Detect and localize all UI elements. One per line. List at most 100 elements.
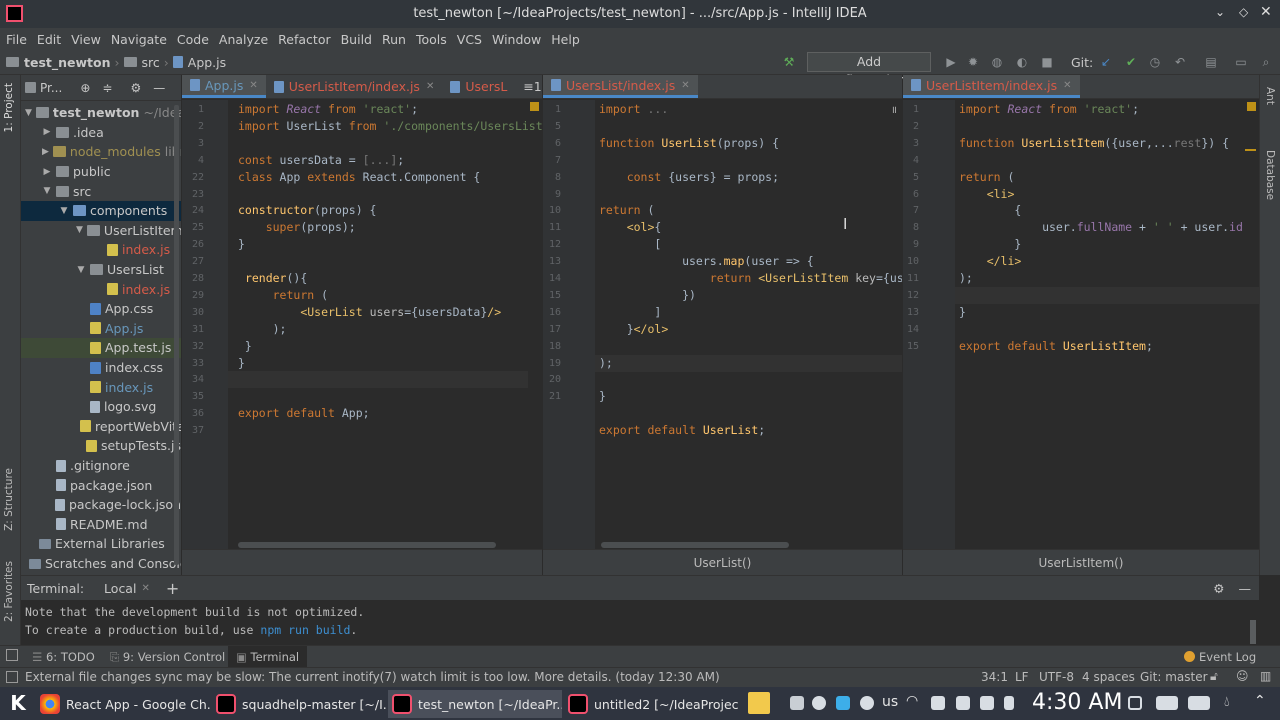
git-history-icon[interactable]: ◷ bbox=[1148, 55, 1162, 69]
git-branch[interactable]: Git: master bbox=[1140, 670, 1208, 684]
volume-icon[interactable] bbox=[931, 696, 945, 710]
menu-build[interactable]: Build bbox=[341, 32, 372, 47]
taskbar-task[interactable]: untitled2 [~/IdeaProjec... bbox=[564, 690, 738, 718]
ant-tool-tab[interactable]: Ant bbox=[1264, 87, 1276, 105]
tree-item[interactable]: index.css bbox=[21, 358, 181, 378]
coverage-icon[interactable]: ◍ bbox=[990, 55, 1004, 69]
tree-item[interactable]: ▼test_newton~/IdeaP bbox=[21, 103, 181, 123]
hide-icon[interactable]: — bbox=[153, 81, 165, 95]
inspector-icon[interactable]: ☺ bbox=[1236, 669, 1249, 683]
close-tab-icon[interactable]: ✕ bbox=[681, 80, 689, 91]
profile-icon[interactable]: ◐ bbox=[1015, 55, 1029, 69]
expand-tray-icon[interactable]: ⌃ bbox=[1254, 693, 1266, 709]
memory-icon[interactable]: ▥ bbox=[1260, 669, 1271, 683]
close-tab-icon[interactable]: ✕ bbox=[141, 583, 149, 594]
run-icon[interactable]: ▶ bbox=[944, 55, 958, 69]
hammer-build-icon[interactable]: ⚒ bbox=[782, 55, 796, 69]
tree-item[interactable]: ▶ .idea bbox=[21, 123, 181, 143]
locate-icon[interactable]: ⊕ bbox=[80, 81, 90, 95]
clock[interactable]: 4:30 AM bbox=[1032, 690, 1122, 715]
tree-item[interactable]: ▼ UserListItem bbox=[21, 221, 181, 241]
tree-item[interactable]: ▼ components bbox=[21, 201, 181, 221]
menu-help[interactable]: Help bbox=[551, 32, 580, 47]
menu-vcs[interactable]: VCS bbox=[457, 32, 482, 47]
terminal-command[interactable]: npm run build bbox=[260, 623, 350, 637]
tree-item[interactable]: External Libraries bbox=[21, 534, 181, 554]
project-scrollbar[interactable] bbox=[174, 105, 179, 565]
window-icon[interactable] bbox=[1128, 696, 1142, 710]
tab-app-js[interactable]: App.js ✕ bbox=[182, 75, 266, 98]
maximize-icon[interactable]: ◇ bbox=[1239, 5, 1248, 19]
breadcrumb-src[interactable]: src bbox=[123, 55, 160, 70]
file-encoding[interactable]: UTF-8 bbox=[1039, 670, 1074, 684]
tree-item[interactable]: App.test.js bbox=[21, 338, 181, 358]
structure-tool-tab[interactable]: Z: Structure bbox=[3, 468, 15, 531]
terminal-tab[interactable]: ▣ Terminal bbox=[228, 646, 308, 668]
debug-icon[interactable]: ✹ bbox=[966, 55, 980, 69]
status-message[interactable]: External file changes sync may be slow: … bbox=[25, 670, 720, 684]
tree-item[interactable]: Scratches and Console bbox=[21, 554, 181, 574]
structure-breadcrumb[interactable]: UserList() bbox=[543, 549, 902, 575]
media-pause-icon[interactable] bbox=[812, 696, 826, 710]
tab-userlistitem-index[interactable]: UserListItem/index.js ✕ bbox=[903, 75, 1080, 98]
tree-item[interactable]: index.js bbox=[21, 279, 181, 299]
collapse-arrow-icon[interactable]: ▼ bbox=[42, 186, 52, 196]
tab-userlistitem-index-js[interactable]: UserListItem/index.js ✕ bbox=[266, 75, 443, 98]
tree-item[interactable]: logo.svg bbox=[21, 397, 181, 417]
status-toggle-icon[interactable] bbox=[6, 671, 18, 683]
toggle-tools-icon[interactable] bbox=[6, 649, 18, 661]
wifi-icon[interactable]: ◠ bbox=[906, 693, 918, 709]
tree-item[interactable]: ▶ public bbox=[21, 162, 181, 182]
close-tab-icon[interactable]: ✕ bbox=[1063, 80, 1071, 91]
clipboard-icon[interactable] bbox=[980, 696, 994, 710]
tree-item[interactable]: package-lock.json bbox=[21, 495, 181, 515]
notes-icon[interactable] bbox=[748, 692, 770, 714]
taskbar-task[interactable]: squadhelp-master [~/I... bbox=[212, 690, 386, 718]
tab-usersl[interactable]: UsersL bbox=[442, 75, 515, 98]
tree-item[interactable]: ▼ src bbox=[21, 181, 181, 201]
menu-tools[interactable]: Tools bbox=[416, 32, 447, 47]
update-icon[interactable] bbox=[860, 696, 874, 710]
menu-code[interactable]: Code bbox=[177, 32, 209, 47]
tree-item[interactable]: README.md bbox=[21, 515, 181, 535]
tree-item[interactable]: index.js bbox=[21, 240, 181, 260]
tree-item[interactable]: setupTests.js bbox=[21, 436, 181, 456]
project-tool-tab[interactable]: 1: Project bbox=[3, 83, 15, 132]
structure-breadcrumb[interactable]: UserListItem() bbox=[903, 549, 1259, 575]
horizontal-scrollbar[interactable] bbox=[601, 542, 789, 548]
git-commit-icon[interactable]: ✔ bbox=[1124, 55, 1138, 69]
add-configuration-button[interactable]: Add Configuration... bbox=[807, 52, 931, 87]
menu-edit[interactable]: Edit bbox=[37, 32, 61, 47]
close-tab-icon[interactable]: ✕ bbox=[426, 81, 434, 92]
expand-arrow-icon[interactable]: ▶ bbox=[42, 127, 52, 137]
lock-icon[interactable]: 🔓︎ bbox=[1210, 669, 1218, 684]
battery-icon[interactable] bbox=[1004, 696, 1014, 710]
stop-icon[interactable]: ■ bbox=[1040, 55, 1054, 69]
tree-item[interactable]: App.js bbox=[21, 319, 181, 339]
keyboard-alt-icon[interactable] bbox=[1188, 696, 1210, 710]
git-rollback-icon[interactable]: ↶ bbox=[1173, 55, 1187, 69]
database-tool-tab[interactable]: Database bbox=[1264, 150, 1276, 200]
expand-arrow-icon[interactable]: ▶ bbox=[42, 147, 49, 157]
menu-window[interactable]: Window bbox=[492, 32, 541, 47]
settings-icon[interactable]: ⚙ bbox=[1213, 581, 1224, 596]
search-everywhere-icon[interactable]: ⌕ bbox=[1259, 55, 1273, 69]
breadcrumb-project[interactable]: test_newton bbox=[6, 55, 111, 70]
terminal-output[interactable]: Note that the development build is not o… bbox=[21, 600, 1259, 642]
device-icon[interactable] bbox=[956, 696, 970, 710]
menu-analyze[interactable]: Analyze bbox=[219, 32, 268, 47]
keyboard-icon[interactable] bbox=[1156, 696, 1178, 710]
network-icon[interactable] bbox=[790, 696, 804, 710]
settings-icon[interactable]: ⚙ bbox=[130, 81, 141, 95]
tree-item[interactable]: ▶node_moduleslibr bbox=[21, 142, 181, 162]
tab-overflow-button[interactable]: ≡1 bbox=[515, 75, 542, 98]
close-icon[interactable]: ✕ bbox=[1260, 4, 1272, 20]
horizontal-scrollbar[interactable] bbox=[238, 542, 496, 548]
indent-setting[interactable]: 4 spaces bbox=[1082, 670, 1135, 684]
collapse-arrow-icon[interactable]: ▼ bbox=[25, 108, 32, 118]
favorites-tool-tab[interactable]: 2: Favorites bbox=[3, 561, 15, 622]
event-log-tab[interactable]: Event Log bbox=[1184, 650, 1256, 664]
menu-view[interactable]: View bbox=[71, 32, 101, 47]
droplet-icon[interactable]: 💧︎ bbox=[1224, 694, 1230, 710]
tree-item[interactable]: index.js bbox=[21, 377, 181, 397]
